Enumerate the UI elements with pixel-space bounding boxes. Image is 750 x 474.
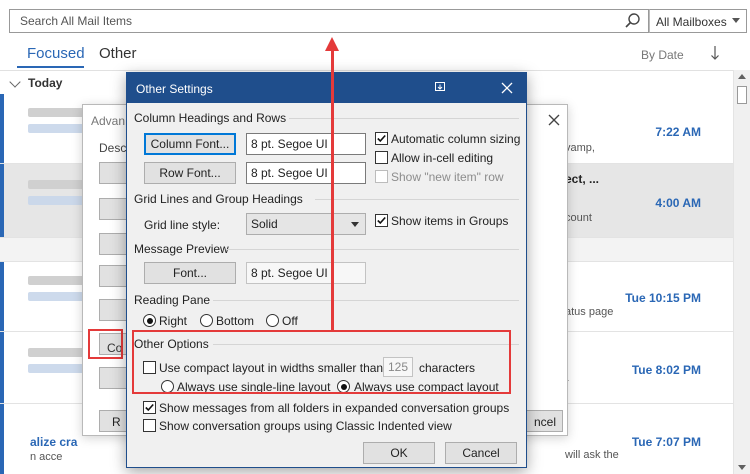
tab-focused-underline	[17, 66, 84, 68]
column-font-field: 8 pt. Segoe UI	[246, 133, 366, 155]
scroll-up-icon[interactable]	[738, 74, 746, 79]
section-divider	[315, 199, 519, 200]
mail-list-scrollbar[interactable]	[733, 70, 750, 474]
mail-time: Tue 10:15 PM	[625, 291, 701, 305]
unread-indicator	[0, 262, 4, 331]
grid-line-style-value: Solid	[251, 217, 278, 231]
reading-pane-bottom-radio[interactable]	[200, 314, 213, 327]
blurred-sender	[28, 348, 88, 357]
chevron-down-icon	[732, 18, 740, 23]
ok-button[interactable]: OK	[363, 442, 435, 464]
classic-indented-checkbox[interactable]	[143, 419, 156, 432]
sort-direction-arrow-icon[interactable]	[710, 45, 720, 61]
column-font-button[interactable]: Column Font...	[144, 133, 236, 155]
annotation-arrow-shaft	[331, 48, 334, 330]
unread-indicator	[0, 94, 4, 163]
show-items-in-groups-checkbox[interactable]	[375, 214, 388, 227]
checkmark-icon	[145, 403, 154, 412]
unread-indicator	[0, 332, 4, 403]
reading-pane-right-radio[interactable]	[143, 314, 156, 327]
section-divider	[227, 249, 519, 250]
reading-pane-off-label: Off	[282, 314, 298, 328]
mail-subject-fragment: alize cra	[30, 435, 78, 449]
row-font-button[interactable]: Row Font...	[144, 162, 236, 184]
reading-pane-right-label: Right	[159, 314, 188, 328]
grid-line-style-select[interactable]: Solid	[246, 213, 366, 235]
mail-snippet: count	[565, 212, 592, 224]
annotation-highlight-other-settings-button	[88, 329, 123, 359]
section-message-preview: Message Preview	[134, 242, 229, 256]
mail-time: 4:00 AM	[655, 196, 701, 210]
show-new-item-row-label: Show "new item" row	[391, 170, 504, 184]
show-messages-all-folders-label: Show messages from all folders in expand…	[159, 401, 510, 415]
tab-focused[interactable]: Focused	[27, 45, 85, 62]
dialog-titlebar: Other Settings	[127, 73, 526, 103]
dialog-title: Other Settings	[136, 82, 213, 96]
preview-font-button[interactable]: Font...	[144, 262, 236, 284]
mail-time: Tue 8:02 PM	[631, 363, 701, 377]
blurred-sender	[28, 276, 88, 285]
mail-snippet: will ask the	[565, 449, 619, 461]
close-icon[interactable]	[547, 113, 561, 127]
auto-column-sizing-checkbox[interactable]	[375, 132, 388, 145]
close-icon[interactable]	[501, 82, 513, 94]
blurred-sender	[28, 108, 88, 117]
show-new-item-row-checkbox	[375, 170, 388, 183]
collapse-caret-icon	[9, 76, 21, 88]
tab-other[interactable]: Other	[99, 45, 137, 62]
reset-button-label: R	[112, 415, 121, 429]
move-window-icon[interactable]	[434, 81, 446, 93]
scroll-down-icon[interactable]	[738, 465, 746, 470]
cancel-button[interactable]: Cancel	[445, 442, 517, 464]
chevron-down-icon	[351, 222, 359, 227]
other-settings-dialog: Other Settings Column Headings and Rows …	[126, 72, 527, 468]
mail-time: 7:22 AM	[655, 125, 701, 139]
section-divider	[289, 118, 519, 119]
mail-time: Tue 7:07 PM	[631, 435, 701, 449]
grid-line-style-label: Grid line style:	[144, 218, 221, 232]
divider	[0, 70, 733, 71]
blurred-sender	[28, 180, 88, 189]
classic-indented-label: Show conversation groups using Classic I…	[159, 419, 452, 433]
advanced-cancel-label: ncel	[533, 415, 556, 429]
unread-indicator	[0, 404, 4, 474]
search-input[interactable]: Search All Mail Items	[9, 9, 649, 33]
mail-preview-fragment: n acce	[30, 451, 63, 463]
annotation-highlight-other-options	[132, 330, 511, 394]
reading-pane-bottom-label: Bottom	[216, 314, 255, 328]
reading-pane-off-radio[interactable]	[266, 314, 279, 327]
preview-font-field: 8 pt. Segoe UI	[246, 262, 366, 284]
auto-column-sizing-label: Automatic column sizing	[391, 132, 521, 146]
mail-subject-fragment: ect, ...	[565, 172, 600, 186]
sort-by-date[interactable]: By Date	[641, 48, 684, 62]
checkmark-icon	[377, 216, 386, 225]
mail-snippet: vamp,	[565, 142, 595, 154]
section-reading-pane: Reading Pane	[134, 293, 211, 307]
mailbox-scope-select[interactable]: All Mailboxes	[649, 9, 747, 33]
search-placeholder: Search All Mail Items	[20, 14, 133, 28]
unread-indicator	[0, 164, 4, 237]
annotation-arrow-head-icon	[325, 37, 339, 51]
section-grid-lines: Grid Lines and Group Headings	[134, 192, 303, 206]
group-label: Today	[28, 76, 63, 90]
allow-incell-editing-checkbox[interactable]	[375, 151, 388, 164]
row-font-field: 8 pt. Segoe UI	[246, 162, 366, 184]
show-messages-all-folders-checkbox[interactable]	[143, 401, 156, 414]
mail-snippet: atus page	[565, 306, 614, 318]
dialog-title: Advan	[91, 114, 126, 128]
checkmark-icon	[377, 134, 386, 143]
mailbox-scope-value: All Mailboxes	[656, 15, 727, 29]
section-column-headings: Column Headings and Rows	[134, 111, 287, 125]
search-icon[interactable]	[624, 12, 642, 30]
section-divider	[213, 300, 519, 301]
allow-incell-editing-label: Allow in-cell editing	[391, 151, 494, 165]
scroll-thumb[interactable]	[737, 86, 747, 104]
show-items-in-groups-label: Show items in Groups	[391, 214, 509, 228]
